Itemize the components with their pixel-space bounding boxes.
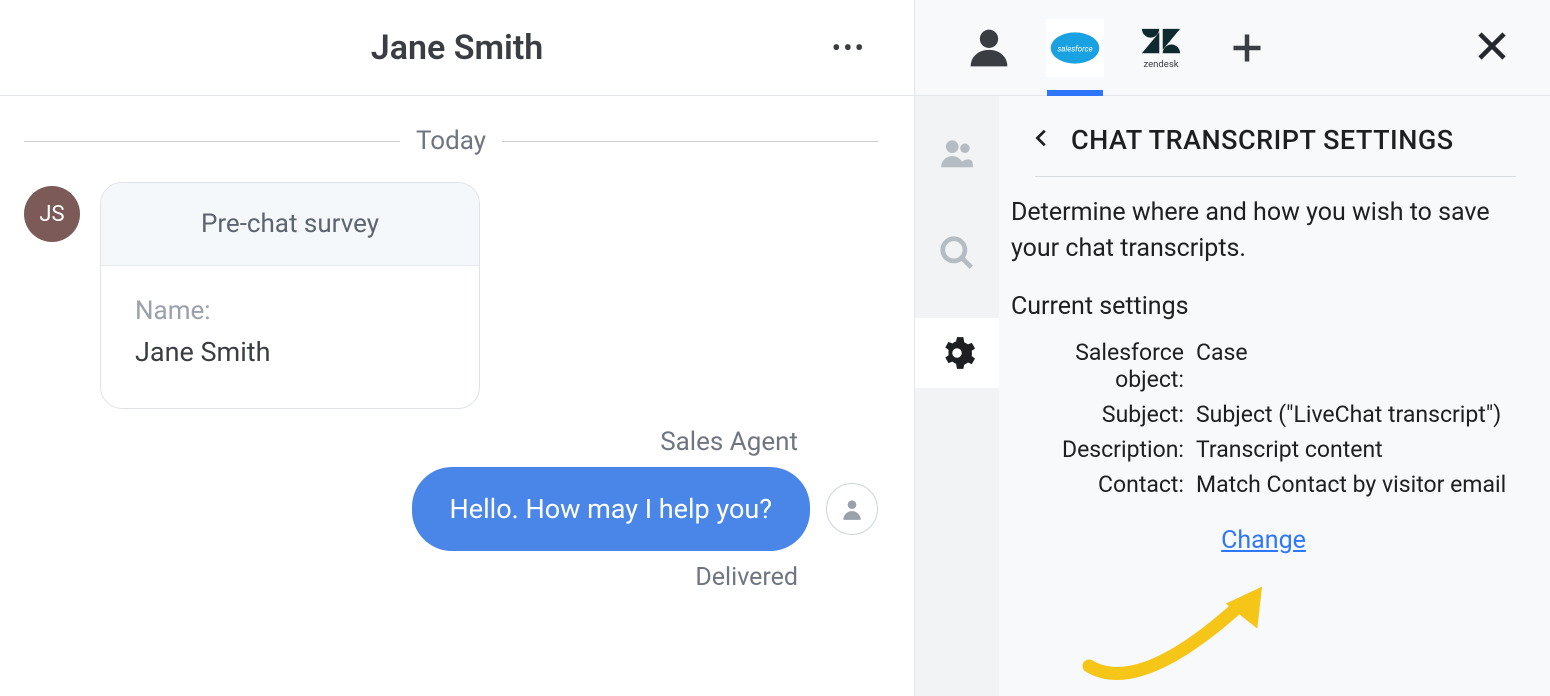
panel-content: CHAT TRANSCRIPT SETTINGS Determine where… xyxy=(999,96,1550,696)
settings-panel: salesforce zendesk xyxy=(915,0,1550,696)
day-label: Today xyxy=(416,126,486,156)
chevron-left-icon xyxy=(1031,124,1053,152)
visitor-avatar: JS xyxy=(24,186,80,242)
tab-profile[interactable] xyxy=(959,0,1019,96)
chat-header: Jane Smith ••• xyxy=(0,0,914,96)
change-link[interactable]: Change xyxy=(1011,526,1516,555)
tab-salesforce[interactable]: salesforce xyxy=(1045,0,1105,96)
integration-tabs: salesforce zendesk xyxy=(959,0,1277,96)
side-rail xyxy=(915,96,999,696)
prechat-title: Pre-chat survey xyxy=(101,183,479,266)
agent-name: Sales Agent xyxy=(24,427,798,457)
agent-message-block: Sales Agent Hello. How may I help you? D… xyxy=(24,427,878,592)
prechat-field-value: Jane Smith xyxy=(135,336,445,368)
setting-row: Subject: Subject ("LiveChat transcript") xyxy=(1061,401,1516,428)
rail-settings[interactable] xyxy=(915,318,999,388)
rail-search[interactable] xyxy=(915,218,999,288)
panel-body: CHAT TRANSCRIPT SETTINGS Determine where… xyxy=(915,96,1550,696)
setting-row: Salesforce object: Case xyxy=(1061,339,1516,393)
back-button[interactable] xyxy=(1031,124,1053,156)
visitor-message-row: JS Pre-chat survey Name: Jane Smith xyxy=(24,182,878,409)
prechat-card: Pre-chat survey Name: Jane Smith xyxy=(100,182,480,409)
panel-topbar: salesforce zendesk xyxy=(915,0,1550,96)
tab-zendesk[interactable]: zendesk xyxy=(1131,0,1191,96)
chat-body: Today JS Pre-chat survey Name: Jane Smit… xyxy=(0,96,914,696)
rail-people[interactable] xyxy=(915,118,999,188)
prechat-field-label: Name: xyxy=(135,296,445,326)
delivered-status: Delivered xyxy=(24,563,798,592)
tab-add[interactable] xyxy=(1217,0,1277,96)
setting-row: Contact: Match Contact by visitor email xyxy=(1061,471,1516,498)
day-divider: Today xyxy=(24,126,878,156)
agent-avatar xyxy=(826,483,878,535)
annotation-arrow-icon xyxy=(1079,546,1309,686)
plus-icon xyxy=(1229,30,1265,66)
search-icon xyxy=(938,234,976,272)
close-button[interactable] xyxy=(1474,28,1510,68)
panel-heading: CHAT TRANSCRIPT SETTINGS xyxy=(1071,124,1454,156)
more-icon[interactable]: ••• xyxy=(832,31,866,64)
chat-panel: Jane Smith ••• Today JS Pre-chat survey … xyxy=(0,0,915,696)
salesforce-icon: salesforce xyxy=(1046,19,1104,77)
svg-text:salesforce: salesforce xyxy=(1057,44,1092,53)
people-icon xyxy=(938,134,976,172)
agent-message-bubble: Hello. How may I help you? xyxy=(412,467,810,551)
settings-table: Salesforce object: Case Subject: Subject… xyxy=(1061,339,1516,498)
setting-row: Description: Transcript content xyxy=(1061,436,1516,463)
panel-description: Determine where and how you wish to save… xyxy=(1011,195,1516,268)
gear-icon xyxy=(938,334,976,372)
svg-text:zendesk: zendesk xyxy=(1143,59,1178,70)
chat-title: Jane Smith xyxy=(371,28,543,68)
close-icon xyxy=(1474,28,1510,64)
section-label: Current settings xyxy=(1011,292,1516,321)
